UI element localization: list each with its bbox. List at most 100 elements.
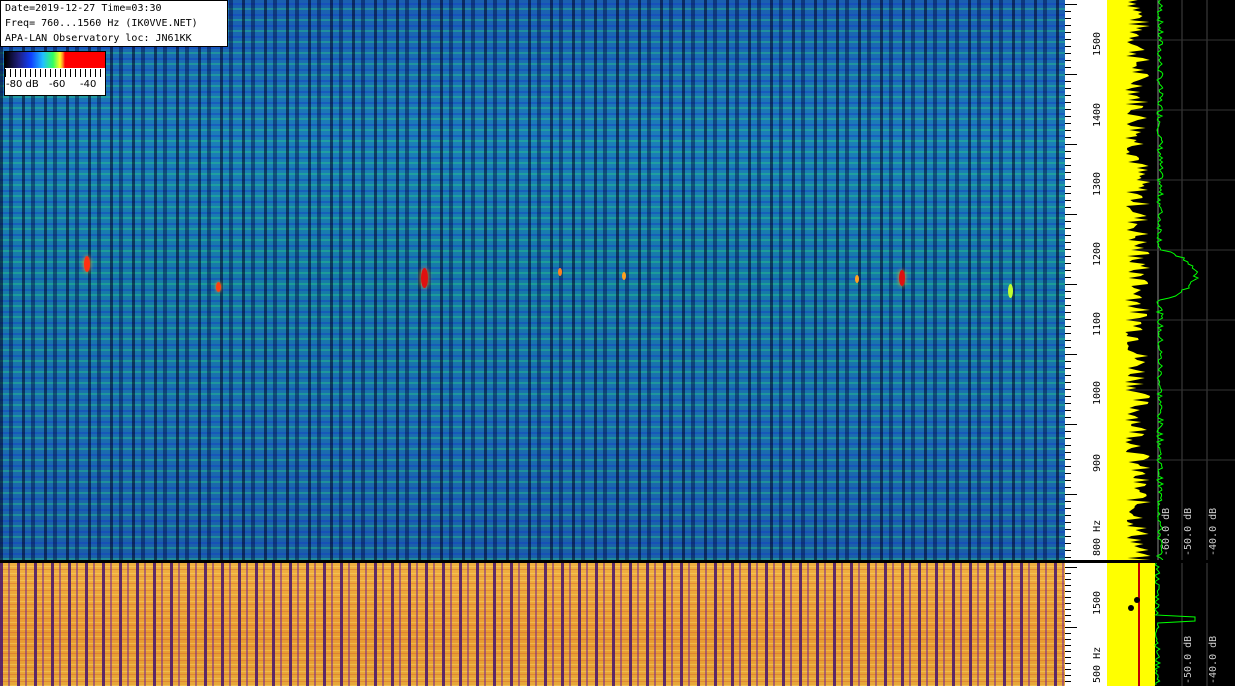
scale-tick bbox=[1065, 452, 1071, 453]
scale-label-500: 500 Hz bbox=[1092, 646, 1103, 683]
scale-tick bbox=[1065, 151, 1071, 152]
frequency-scale-upper: 1500 1400 1300 1200 1100 1000 900 800 Hz bbox=[1065, 0, 1107, 560]
db-label-40-lower: -40.0 dB bbox=[1208, 635, 1219, 684]
scale-tick bbox=[1065, 633, 1071, 634]
scale-tick bbox=[1065, 305, 1071, 306]
scale-tick bbox=[1065, 340, 1071, 341]
scale-tick bbox=[1065, 403, 1071, 404]
scale-tick bbox=[1065, 312, 1071, 313]
scale-tick bbox=[1065, 18, 1071, 19]
scale-tick bbox=[1065, 480, 1071, 481]
scale-tick bbox=[1065, 431, 1071, 432]
scale-tick bbox=[1065, 621, 1071, 622]
scale-label-900: 900 bbox=[1092, 453, 1103, 472]
scale-tick bbox=[1065, 137, 1071, 138]
scale-tick bbox=[1065, 333, 1071, 334]
scale-tick bbox=[1065, 543, 1071, 544]
scale-tick bbox=[1065, 179, 1071, 180]
scale-tick bbox=[1065, 494, 1077, 495]
db-label-60: -60.0 dB bbox=[1161, 507, 1172, 556]
signal-blip bbox=[1008, 284, 1013, 298]
legend-label-mid: -60 bbox=[49, 79, 66, 90]
scale-tick bbox=[1065, 389, 1071, 390]
scale-tick bbox=[1065, 627, 1077, 628]
scale-tick bbox=[1065, 193, 1071, 194]
scale-tick bbox=[1065, 165, 1071, 166]
signal-blip bbox=[899, 270, 905, 286]
frequency-scale-lower: 1500 500 Hz bbox=[1065, 563, 1107, 686]
scale-tick bbox=[1065, 615, 1071, 616]
scale-tick bbox=[1065, 186, 1071, 187]
scale-tick bbox=[1065, 417, 1071, 418]
scale-tick bbox=[1065, 319, 1071, 320]
scale-tick bbox=[1065, 645, 1071, 646]
scale-tick bbox=[1065, 368, 1071, 369]
spectrum-panel-lower: -50.0 dB -40.0 dB bbox=[1107, 563, 1235, 686]
scale-tick bbox=[1065, 81, 1071, 82]
scale-tick bbox=[1065, 88, 1071, 89]
scale-tick bbox=[1065, 508, 1071, 509]
scale-tick bbox=[1065, 591, 1071, 592]
signal-blip bbox=[84, 256, 90, 272]
scale-tick bbox=[1065, 487, 1071, 488]
scale-label-1500-lower: 1500 bbox=[1092, 590, 1103, 615]
scale-tick bbox=[1065, 277, 1071, 278]
scale-tick bbox=[1065, 207, 1071, 208]
legend-label-min: -80 dB bbox=[6, 79, 39, 90]
signal-blip bbox=[421, 268, 428, 288]
scale-tick bbox=[1065, 46, 1071, 47]
scale-tick bbox=[1065, 242, 1071, 243]
scale-tick bbox=[1065, 410, 1071, 411]
scale-tick bbox=[1065, 445, 1071, 446]
scale-tick bbox=[1065, 522, 1071, 523]
scale-tick bbox=[1065, 39, 1071, 40]
signal-blip bbox=[855, 275, 859, 283]
scale-tick bbox=[1065, 675, 1071, 676]
spectrum-graph-upper bbox=[1107, 0, 1235, 560]
scale-tick bbox=[1065, 291, 1071, 292]
scale-label-1100: 1100 bbox=[1092, 311, 1103, 336]
scale-tick bbox=[1065, 53, 1071, 54]
scale-tick bbox=[1065, 639, 1071, 640]
scale-tick bbox=[1065, 158, 1071, 159]
scale-tick bbox=[1065, 361, 1071, 362]
scale-tick bbox=[1065, 579, 1071, 580]
legend-ticks bbox=[5, 69, 105, 77]
scale-tick bbox=[1065, 249, 1071, 250]
waterfall-lower bbox=[0, 563, 1065, 686]
scale-tick bbox=[1065, 669, 1071, 670]
scale-tick bbox=[1065, 256, 1071, 257]
scale-tick bbox=[1065, 130, 1071, 131]
legend-colorbar bbox=[5, 52, 105, 68]
scale-tick bbox=[1065, 347, 1071, 348]
scale-tick bbox=[1065, 326, 1071, 327]
scale-label-1000: 1000 bbox=[1092, 380, 1103, 405]
scale-tick bbox=[1065, 382, 1071, 383]
scale-tick bbox=[1065, 221, 1071, 222]
scale-tick bbox=[1065, 585, 1071, 586]
scale-tick bbox=[1065, 102, 1071, 103]
scale-tick bbox=[1065, 235, 1071, 236]
scale-tick bbox=[1065, 95, 1071, 96]
scale-tick bbox=[1065, 657, 1071, 658]
scale-label-1400: 1400 bbox=[1092, 102, 1103, 127]
scale-tick bbox=[1065, 228, 1071, 229]
scale-tick bbox=[1065, 109, 1071, 110]
spectrum-panel-upper: -60.0 dB -50.0 dB -40.0 dB bbox=[1107, 0, 1235, 560]
scale-tick bbox=[1065, 263, 1071, 264]
scale-tick bbox=[1065, 67, 1071, 68]
scale-tick bbox=[1065, 270, 1071, 271]
scale-tick bbox=[1065, 11, 1071, 12]
scale-tick bbox=[1065, 396, 1071, 397]
scale-tick bbox=[1065, 200, 1071, 201]
scale-tick bbox=[1065, 609, 1071, 610]
scale-tick bbox=[1065, 438, 1071, 439]
scale-tick bbox=[1065, 60, 1071, 61]
scale-tick bbox=[1065, 214, 1077, 215]
info-frequency: Freq= 760...1560 Hz (IK0VVE.NET) bbox=[5, 18, 198, 29]
scale-tick bbox=[1065, 284, 1077, 285]
signal-blip bbox=[216, 282, 221, 292]
scale-tick bbox=[1065, 123, 1071, 124]
scale-tick bbox=[1065, 573, 1071, 574]
scale-tick bbox=[1065, 375, 1071, 376]
